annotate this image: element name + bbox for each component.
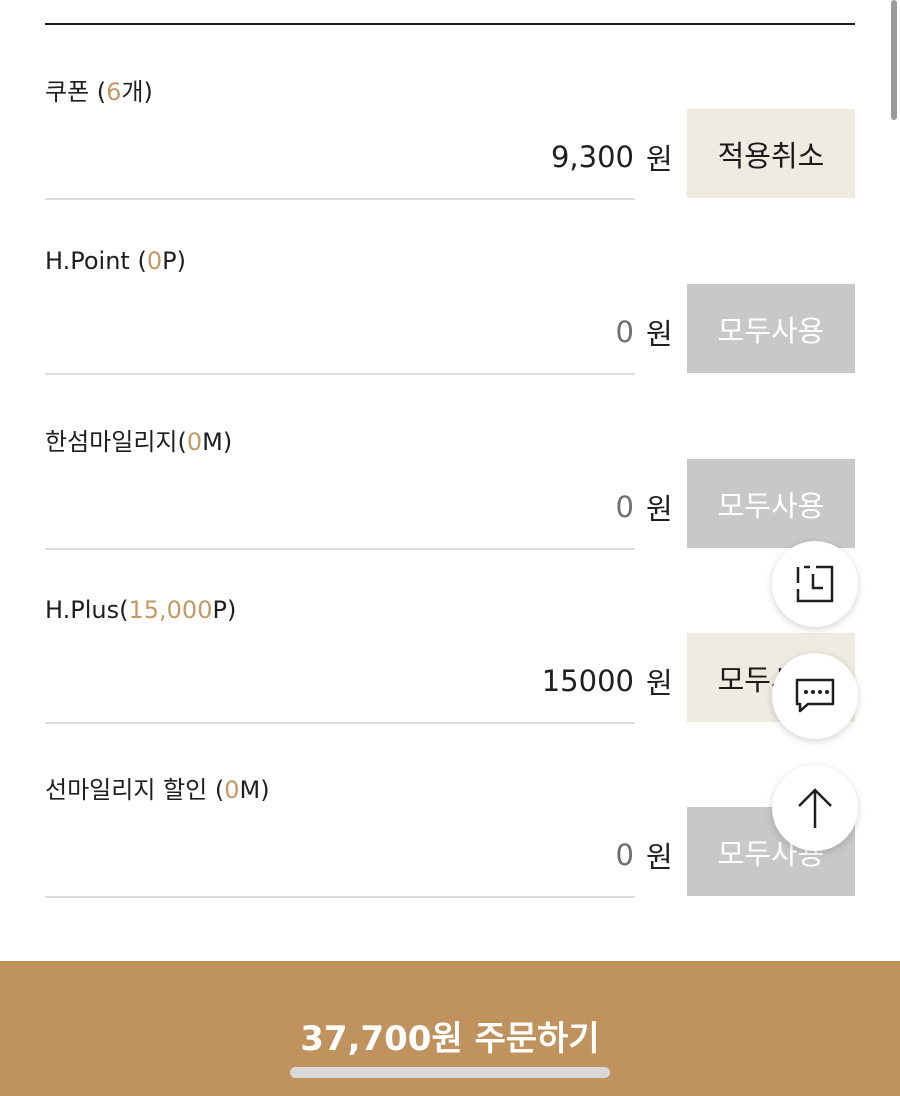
discount-amount-input[interactable]: 0 bbox=[616, 838, 634, 872]
currency-unit: 원 bbox=[646, 142, 673, 176]
arrow-up-icon bbox=[798, 788, 832, 828]
currency-unit: 원 bbox=[646, 317, 673, 351]
discount-balance: 0 bbox=[146, 247, 163, 275]
discount-balance: 0 bbox=[186, 428, 203, 456]
currency-unit: 원 bbox=[646, 840, 673, 874]
discount-row-pre-mileage: 선마일리지 할인 (0M) 0 원 모두사용 bbox=[0, 698, 900, 898]
discount-balance: 0 bbox=[224, 776, 240, 804]
discount-amount-input[interactable]: 9,300 bbox=[551, 140, 634, 174]
discount-label: 선마일리지 할인 (0M) bbox=[45, 776, 270, 804]
order-button-label: 37,700원 주문하기 bbox=[300, 1019, 600, 1059]
discount-label: 쿠폰 (6개) bbox=[45, 78, 153, 106]
discount-row-hpoint: H.Point (0P) 0 원 모두사용 bbox=[0, 175, 900, 375]
discount-label: H.Point (0P) bbox=[45, 247, 186, 275]
recent-view-icon bbox=[796, 565, 834, 603]
discount-row-hplus: H.Plus(15,000P) 15000 원 모두사용 bbox=[0, 524, 900, 724]
discount-row-coupon: 쿠폰 (6개) 9,300 원 적용취소 bbox=[0, 0, 900, 200]
currency-unit: 원 bbox=[646, 666, 673, 700]
discount-count: 6 bbox=[106, 78, 122, 106]
home-indicator bbox=[290, 1067, 610, 1078]
discount-amount-input[interactable]: 0 bbox=[616, 315, 634, 349]
currency-unit: 원 bbox=[646, 492, 673, 526]
recent-view-button[interactable] bbox=[772, 541, 858, 627]
discount-label: 한섬마일리지(0M) bbox=[45, 428, 233, 456]
discount-amount-input[interactable]: 15000 bbox=[542, 664, 634, 698]
input-underline bbox=[45, 896, 635, 898]
chat-button[interactable] bbox=[772, 653, 858, 739]
discount-amount-input[interactable]: 0 bbox=[616, 490, 634, 524]
discount-row-handsome-mileage: 한섬마일리지(0M) 0 원 모두사용 bbox=[0, 350, 900, 550]
chat-icon bbox=[795, 678, 835, 713]
discount-balance: 15,000 bbox=[128, 596, 213, 624]
scroll-to-top-button[interactable] bbox=[772, 765, 858, 851]
discount-label: H.Plus(15,000P) bbox=[45, 596, 237, 624]
